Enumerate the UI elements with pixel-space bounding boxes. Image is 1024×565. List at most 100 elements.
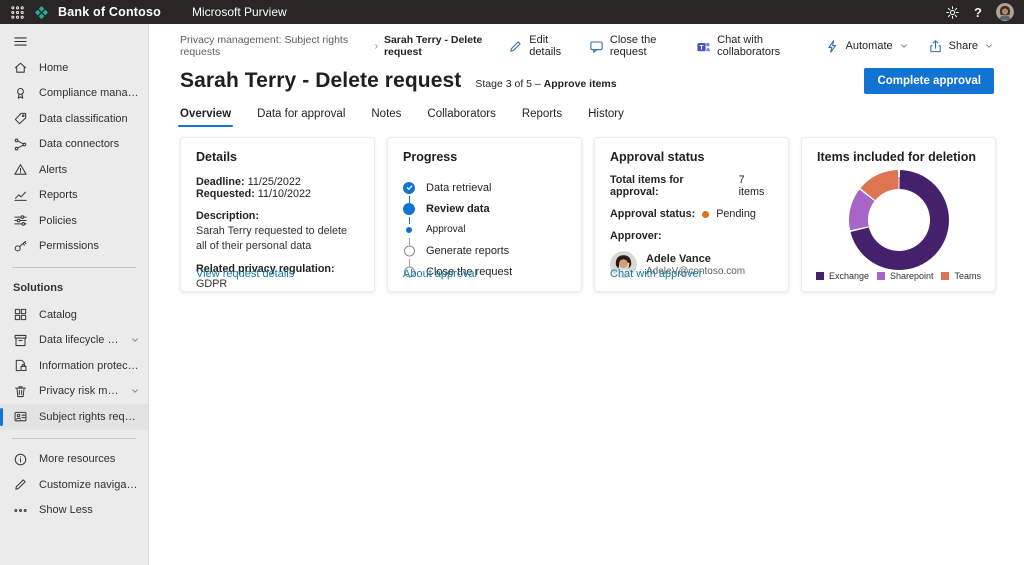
subject-rights-icon <box>13 409 28 424</box>
approver-label: Approver: <box>610 230 773 242</box>
description-text: Sarah Terry requested to delete all of t… <box>196 224 359 253</box>
chat-with-collaborators-button[interactable]: T Chat with collaborators <box>696 34 805 58</box>
description-label: Description: <box>196 210 359 222</box>
sidebar-item-home[interactable]: Home <box>0 55 148 81</box>
automate-button[interactable]: Automate <box>825 39 909 54</box>
privacy-risk-icon <box>13 384 28 399</box>
stage-name: Approve items <box>544 78 617 90</box>
step-label: Review data <box>426 203 490 215</box>
connectors-icon <box>13 137 28 152</box>
legend-swatch <box>941 272 949 280</box>
share-icon <box>928 39 943 54</box>
policies-icon <box>13 213 28 228</box>
tab-notes[interactable]: Notes <box>371 108 401 127</box>
breadcrumb-parent[interactable]: Privacy management: Subject rights reque… <box>180 34 369 58</box>
approval-status-value: Pending <box>716 208 756 220</box>
sidebar-item-data-lifecycle-management[interactable]: Data lifecycle management <box>0 328 148 354</box>
sidebar-item-label: Subject rights requests <box>39 411 140 423</box>
sidebar-item-information-protection[interactable]: Information protection <box>0 353 148 379</box>
step-dot-icon <box>406 227 412 233</box>
sidebar-item-more-resources[interactable]: More resources <box>0 447 148 473</box>
command-label: Close the request <box>610 34 677 58</box>
tab-history[interactable]: History <box>588 108 624 127</box>
sidebar-item-label: Reports <box>39 189 78 201</box>
main-content: Privacy management: Subject rights reque… <box>149 24 1024 565</box>
about-approval-link[interactable]: About approval <box>403 268 477 280</box>
details-dates: Deadline: 11/25/2022 Requested: 11/10/20… <box>196 176 359 200</box>
breadcrumb-current: Sarah Terry - Delete request <box>384 34 508 58</box>
sidebar-item-label: Permissions <box>39 240 99 252</box>
catalog-icon <box>13 307 28 322</box>
sidebar-item-label: Compliance manager <box>39 87 140 99</box>
share-button[interactable]: Share <box>928 39 994 54</box>
legend-swatch <box>816 272 824 280</box>
progress-card: Progress Data retrieval Review data Approv… <box>387 137 582 292</box>
approval-card-title: Approval status <box>610 150 773 164</box>
command-label: Share <box>949 40 978 52</box>
legend-label: Exchange <box>829 271 869 281</box>
approval-status-label: Approval status: <box>610 208 695 220</box>
command-label: Edit details <box>529 34 570 58</box>
sidebar-item-data-classification[interactable]: Data classification <box>0 106 148 132</box>
tab-bar: Overview Data for approval Notes Collaborat… <box>149 94 1024 127</box>
collapse-menu-icon[interactable] <box>0 24 148 55</box>
edit-icon <box>508 39 523 54</box>
complete-approval-button[interactable]: Complete approval <box>864 68 994 94</box>
sidebar-item-compliance-manager[interactable]: Compliance manager <box>0 81 148 107</box>
progress-card-title: Progress <box>403 150 566 164</box>
chevron-down-icon <box>130 386 140 396</box>
stage-indicator: Stage 3 of 5 – Approve items <box>475 78 616 90</box>
command-label: Chat with collaborators <box>717 34 805 58</box>
settings-gear-icon[interactable] <box>945 5 960 20</box>
sidebar-item-show-less[interactable]: Show Less <box>0 498 148 524</box>
tab-data-for-approval[interactable]: Data for approval <box>257 108 345 127</box>
sidebar-item-catalog[interactable]: Catalog <box>0 302 148 328</box>
sidebar-item-label: Alerts <box>39 164 67 176</box>
reports-icon <box>13 188 28 203</box>
legend-label: Teams <box>954 271 981 281</box>
sidebar-item-customize-navigation[interactable]: Customize navigation <box>0 472 148 498</box>
app-launcher-icon[interactable] <box>10 5 25 20</box>
tab-reports[interactable]: Reports <box>522 108 562 127</box>
progress-steps: Data retrievalReview dataApprovalGenerat… <box>403 177 566 282</box>
sidebar-item-subject-rights-requests[interactable]: Subject rights requests <box>0 404 148 430</box>
sidebar-bottom-items: More resources Customize navigation Show L… <box>0 447 148 524</box>
requested-label: Requested: <box>196 188 255 200</box>
user-avatar[interactable] <box>996 3 1014 21</box>
top-app-bar: Bank of Contoso Microsoft Purview ? <box>0 0 1024 24</box>
sidebar-top-items: Home Compliance manager Data classificatio… <box>0 55 148 259</box>
ellipsis-icon <box>13 503 28 518</box>
chat-with-approver-link[interactable]: Chat with approver <box>610 268 702 280</box>
key-icon <box>13 239 28 254</box>
legend-swatch <box>877 272 885 280</box>
sidebar-item-permissions[interactable]: Permissions <box>0 234 148 260</box>
view-request-details-link[interactable]: View request details <box>196 268 294 280</box>
chart-legend: ExchangeSharepointTeams <box>816 271 981 281</box>
progress-step-data-retrieval: Data retrieval <box>403 177 566 198</box>
help-icon[interactable]: ? <box>974 5 982 20</box>
deletion-items-chart-card: Items included for deletion ExchangeShar… <box>801 137 996 292</box>
approval-status-card: Approval status Total items for approval… <box>594 137 789 292</box>
sidebar-solution-items: CatalogData lifecycle managementInformat… <box>0 302 148 430</box>
chat-bubble-icon <box>589 39 604 54</box>
teams-icon: T <box>696 39 711 54</box>
alert-icon <box>13 162 28 177</box>
step-label: Approval <box>426 224 465 235</box>
edit-details-button[interactable]: Edit details <box>508 34 570 58</box>
sidebar-item-reports[interactable]: Reports <box>0 183 148 209</box>
legend-item-exchange: Exchange <box>816 271 869 281</box>
progress-step-approval: Approval <box>403 219 566 240</box>
tab-collaborators[interactable]: Collaborators <box>427 108 495 127</box>
close-the-request-button[interactable]: Close the request <box>589 34 677 58</box>
sidebar-item-privacy-risk-management[interactable]: Privacy risk management <box>0 379 148 405</box>
sidebar-item-alerts[interactable]: Alerts <box>0 157 148 183</box>
sidebar-item-data-connectors[interactable]: Data connectors <box>0 132 148 158</box>
sidebar-item-label: Customize navigation <box>39 479 140 491</box>
total-items-value: 7 items <box>739 174 773 198</box>
sidebar-item-label: More resources <box>39 453 115 465</box>
breadcrumb-chevron-icon: › <box>375 41 378 52</box>
tab-overview[interactable]: Overview <box>180 108 231 127</box>
sidebar-item-policies[interactable]: Policies <box>0 208 148 234</box>
step-completed-icon <box>403 182 415 194</box>
sidebar-item-label: Data classification <box>39 113 128 125</box>
